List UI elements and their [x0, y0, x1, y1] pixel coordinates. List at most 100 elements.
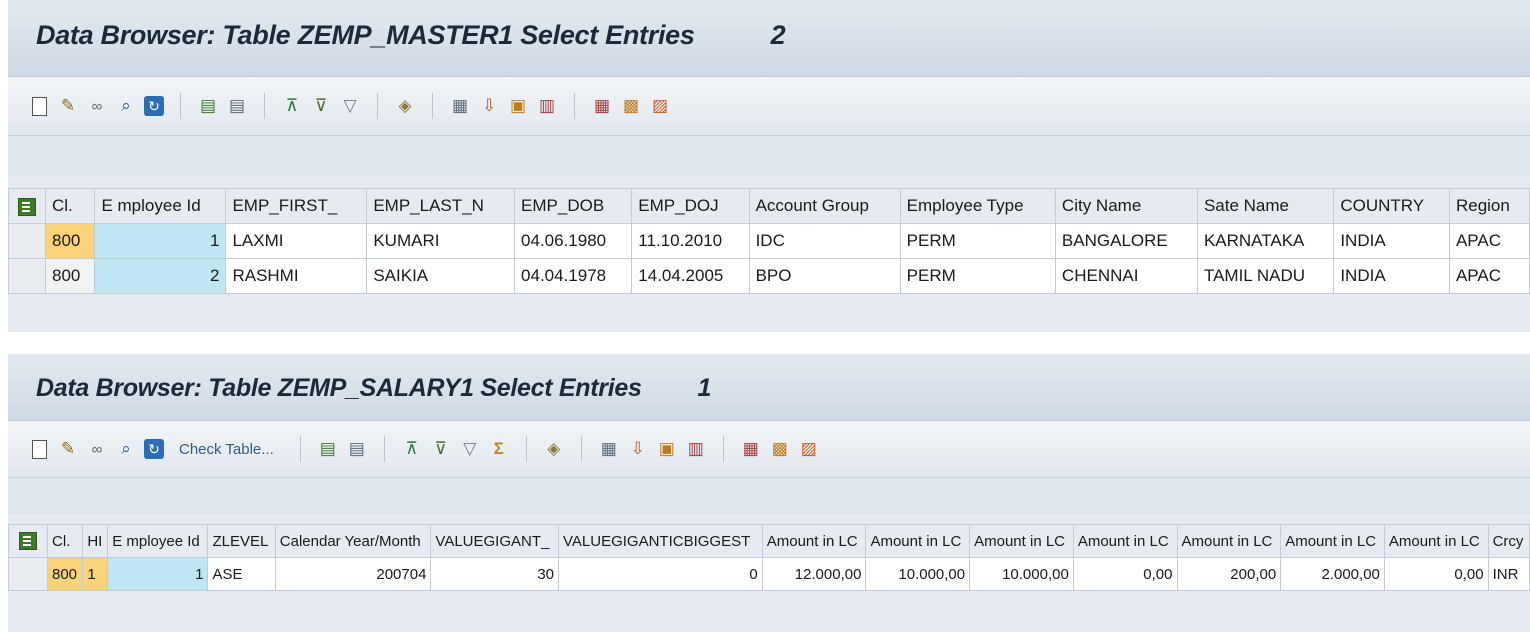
cell-last-name[interactable]: SAIKIA [366, 258, 516, 294]
column-header[interactable]: City Name [1054, 188, 1198, 224]
column-header[interactable]: E mployee Id [107, 524, 209, 558]
document-icon[interactable] [28, 438, 50, 460]
column-header[interactable]: EMP_DOB [514, 188, 633, 224]
cell-state[interactable]: TAMIL NADU [1196, 258, 1335, 294]
select-all-column-button[interactable] [8, 524, 48, 558]
cell-dob[interactable]: 04.06.1980 [514, 223, 633, 259]
column-header[interactable]: Amount in LC [1072, 524, 1178, 558]
refresh-icon[interactable]: ↻ [144, 439, 164, 459]
column-header[interactable]: E mployee Id [94, 188, 227, 224]
cell-city[interactable]: CHENNAI [1054, 258, 1198, 294]
cell-calendar-year-month[interactable]: 200704 [274, 557, 432, 591]
search-icon[interactable]: ⌕ [115, 438, 137, 460]
filter-icon[interactable]: ▽ [339, 95, 361, 117]
sort-ascending-icon[interactable]: ⊼ [281, 95, 303, 117]
cell-employee-type[interactable]: PERM [899, 223, 1056, 259]
column-header[interactable]: Amount in LC [1176, 524, 1282, 558]
cell-country[interactable]: INDIA [1333, 258, 1450, 294]
cell-amount-lc[interactable]: 10.000,00 [969, 557, 1074, 591]
pencil-icon[interactable]: ✎ [57, 438, 79, 460]
cell-amount-lc[interactable]: 12.000,00 [761, 557, 867, 591]
row-selector[interactable] [8, 258, 46, 294]
cell-currency[interactable]: INR [1487, 557, 1530, 591]
column-header[interactable]: Amount in LC [1383, 524, 1489, 558]
column-header[interactable]: Crcy [1487, 524, 1530, 558]
cell-client[interactable]: 800 [46, 557, 84, 591]
deselect-all-icon[interactable]: ▤ [226, 95, 248, 117]
grid-row-icon[interactable]: ▨ [649, 95, 671, 117]
column-header[interactable]: Amount in LC [865, 524, 971, 558]
cell-amount-lc[interactable]: 10.000,00 [865, 557, 971, 591]
sigma-icon[interactable]: Σ [488, 438, 510, 460]
cell-amount-lc[interactable]: 0,00 [1072, 557, 1178, 591]
row-selector[interactable] [8, 223, 46, 259]
column-header[interactable]: Employee Type [899, 188, 1056, 224]
cell-valuegigant[interactable]: 30 [430, 557, 560, 591]
column-header[interactable]: EMP_LAST_N [366, 188, 516, 224]
column-header[interactable]: Amount in LC [1280, 524, 1385, 558]
cell-doj[interactable]: 11.10.2010 [631, 223, 750, 259]
layout-icon[interactable]: ▥ [536, 95, 558, 117]
glasses-icon[interactable]: ∞ [86, 95, 108, 117]
sort-descending-icon[interactable]: ⊽ [310, 95, 332, 117]
grid-column-icon[interactable]: ▩ [620, 95, 642, 117]
export-icon[interactable]: ⇩ [627, 438, 649, 460]
cell-dob[interactable]: 04.04.1978 [514, 258, 633, 294]
select-all-column-button[interactable] [8, 188, 46, 224]
import-icon[interactable]: ▣ [656, 438, 678, 460]
column-header[interactable]: EMP_FIRST_ [225, 188, 368, 224]
column-header[interactable]: VALUEGIGANTICBIGGEST [558, 524, 763, 558]
grid-column-icon[interactable]: ▩ [769, 438, 791, 460]
cell-region[interactable]: APAC [1448, 258, 1530, 294]
layout-icon[interactable]: ▥ [685, 438, 707, 460]
cell-employee-id[interactable]: 2 [94, 258, 227, 294]
details-icon[interactable]: ◈ [543, 438, 565, 460]
column-header[interactable]: ZLEVEL [207, 524, 276, 558]
table-row[interactable]: 800 1 1 ASE 200704 30 0 12.000,00 10.000… [8, 557, 1530, 591]
cell-amount-lc[interactable]: 2.000,00 [1280, 557, 1385, 591]
column-header[interactable]: VALUEGIGANT_ [430, 524, 560, 558]
table-row[interactable]: 800 2 RASHMI SAIKIA 04.04.1978 14.04.200… [8, 258, 1530, 294]
refresh-icon[interactable]: ↻ [144, 96, 164, 116]
cell-account-group[interactable]: IDC [748, 223, 901, 259]
cell-zlevel[interactable]: ASE [207, 557, 276, 591]
grid-icon[interactable]: ▦ [740, 438, 762, 460]
column-header[interactable]: Calendar Year/Month [274, 524, 432, 558]
select-all-icon[interactable]: ▤ [317, 438, 339, 460]
column-header[interactable]: Cl. [46, 524, 84, 558]
cell-country[interactable]: INDIA [1333, 223, 1450, 259]
glasses-icon[interactable]: ∞ [86, 438, 108, 460]
cell-city[interactable]: BANGALORE [1054, 223, 1198, 259]
cell-doj[interactable]: 14.04.2005 [631, 258, 750, 294]
select-all-icon[interactable]: ▤ [197, 95, 219, 117]
export-icon[interactable]: ⇩ [478, 95, 500, 117]
document-icon[interactable] [28, 95, 50, 117]
cell-valuegiganticbiggest[interactable]: 0 [558, 557, 763, 591]
cell-state[interactable]: KARNATAKA [1196, 223, 1335, 259]
cell-amount-lc[interactable]: 200,00 [1176, 557, 1282, 591]
deselect-all-icon[interactable]: ▤ [346, 438, 368, 460]
cell-last-name[interactable]: KUMARI [366, 223, 516, 259]
print-icon[interactable]: ▦ [598, 438, 620, 460]
import-icon[interactable]: ▣ [507, 95, 529, 117]
cell-client[interactable]: 800 [44, 258, 96, 294]
cell-account-group[interactable]: BPO [748, 258, 901, 294]
pencil-icon[interactable]: ✎ [57, 95, 79, 117]
check-table-button[interactable]: Check Table... [179, 441, 274, 458]
cell-amount-lc[interactable]: 0,00 [1383, 557, 1489, 591]
column-header[interactable]: Sate Name [1196, 188, 1335, 224]
cell-client[interactable]: 800 [44, 223, 96, 259]
column-header[interactable]: HI [82, 524, 109, 558]
grid-icon[interactable]: ▦ [591, 95, 613, 117]
details-icon[interactable]: ◈ [394, 95, 416, 117]
cell-employee-id[interactable]: 1 [107, 557, 209, 591]
cell-region[interactable]: APAC [1448, 223, 1530, 259]
column-header[interactable]: Amount in LC [969, 524, 1074, 558]
search-icon[interactable]: ⌕ [115, 95, 137, 117]
cell-first-name[interactable]: LAXMI [225, 223, 368, 259]
filter-icon[interactable]: ▽ [459, 438, 481, 460]
sort-ascending-icon[interactable]: ⊼ [401, 438, 423, 460]
cell-employee-type[interactable]: PERM [899, 258, 1056, 294]
grid-row-icon[interactable]: ▨ [798, 438, 820, 460]
cell-first-name[interactable]: RASHMI [225, 258, 368, 294]
